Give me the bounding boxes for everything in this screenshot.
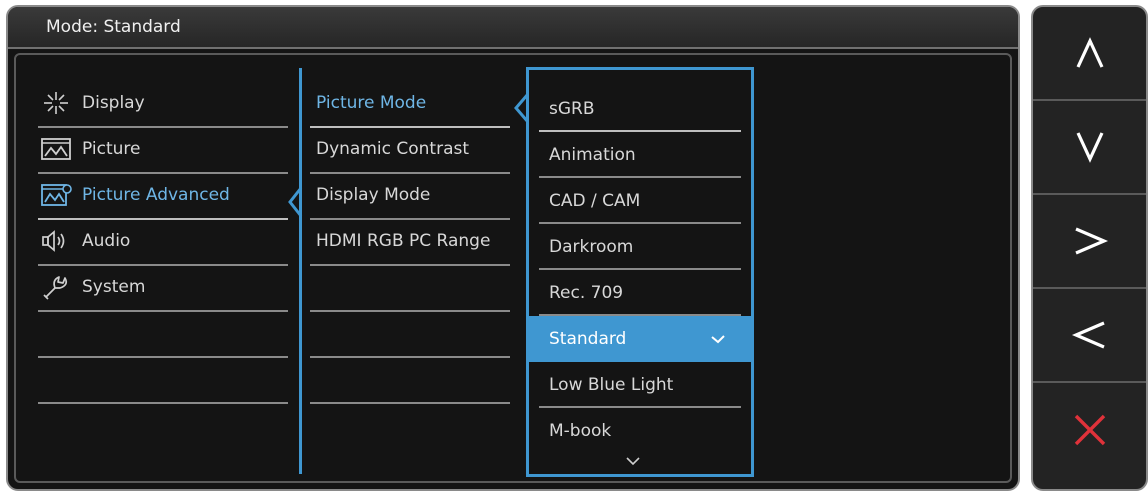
option-label: M-book [549,421,612,441]
menu-item-empty [38,312,288,358]
submenu-item-label: Picture Mode [316,93,427,113]
menu-item-label: System [82,277,146,297]
submenu-item-empty [310,358,510,404]
option-darkroom[interactable]: Darkroom [539,224,741,270]
option-label: CAD / CAM [549,191,641,211]
title-bar: Mode: Standard [8,7,1018,49]
mode-title: Mode: Standard [46,17,181,37]
left-button[interactable] [1033,289,1146,383]
audio-icon [42,230,65,252]
option-animation[interactable]: Animation [539,132,741,178]
submenu-item-display-mode[interactable]: Display Mode [310,174,510,220]
submenu-item-empty [310,312,510,358]
option-label: Animation [549,145,636,165]
menu-item-label: Audio [82,231,131,251]
close-icon [1074,414,1105,446]
menu-item-system[interactable]: System [38,266,288,312]
checkmark-icon [711,335,725,344]
option-cad-cam[interactable]: CAD / CAM [539,178,741,224]
submenu: Picture Mode Dynamic Contrast Display Mo… [310,82,510,404]
menu-item-picture[interactable]: Picture [38,128,288,174]
submenu-item-label: Display Mode [316,185,431,205]
control-keys [1031,5,1148,491]
active-pointer-icon [288,187,303,217]
picture-advanced-icon [41,184,72,206]
system-icon [43,276,68,300]
main-menu: Display Picture Picture Advanced Audio S… [38,82,288,404]
down-button[interactable] [1033,101,1146,195]
menu-item-label: Picture Advanced [82,185,230,205]
column-divider [299,68,302,474]
right-arrow-icon [1074,227,1108,255]
menu-item-label: Picture [82,139,141,159]
option-label: Standard [549,329,627,349]
menu-item-empty [38,358,288,404]
option-rec709[interactable]: Rec. 709 [539,270,741,316]
submenu-item-label: Dynamic Contrast [316,139,470,159]
option-low-blue-light[interactable]: Low Blue Light [539,362,741,408]
close-button[interactable] [1033,383,1146,477]
left-arrow-icon [1071,321,1105,349]
up-button[interactable] [1033,7,1146,101]
menu-item-display[interactable]: Display [38,82,288,128]
option-label: Rec. 709 [549,283,624,303]
menu-item-label: Display [82,93,145,113]
submenu-item-empty [310,266,510,312]
option-label: sGRB [549,99,595,119]
menu-item-audio[interactable]: Audio [38,220,288,266]
option-m-book[interactable]: M-book [539,408,741,454]
display-icon [44,92,68,114]
right-button[interactable] [1033,195,1146,289]
option-label: Darkroom [549,237,634,257]
picture-icon [41,138,71,160]
up-arrow-icon [1076,37,1103,68]
chevron-down-icon [626,457,640,466]
down-arrow-icon [1076,132,1103,163]
option-standard[interactable]: Standard [529,316,751,362]
option-label: Low Blue Light [549,375,674,395]
submenu-item-hdmi-rgb-pc-range[interactable]: HDMI RGB PC Range [310,220,510,266]
option-srgb[interactable]: sGRB [539,86,741,132]
submenu-item-dynamic-contrast[interactable]: Dynamic Contrast [310,128,510,174]
menu-item-picture-advanced[interactable]: Picture Advanced [38,174,288,220]
options-list: sGRB Animation CAD / CAM Darkroom Rec. 7… [526,67,754,477]
submenu-item-picture-mode[interactable]: Picture Mode [310,82,510,128]
submenu-item-label: HDMI RGB PC Range [316,231,491,251]
